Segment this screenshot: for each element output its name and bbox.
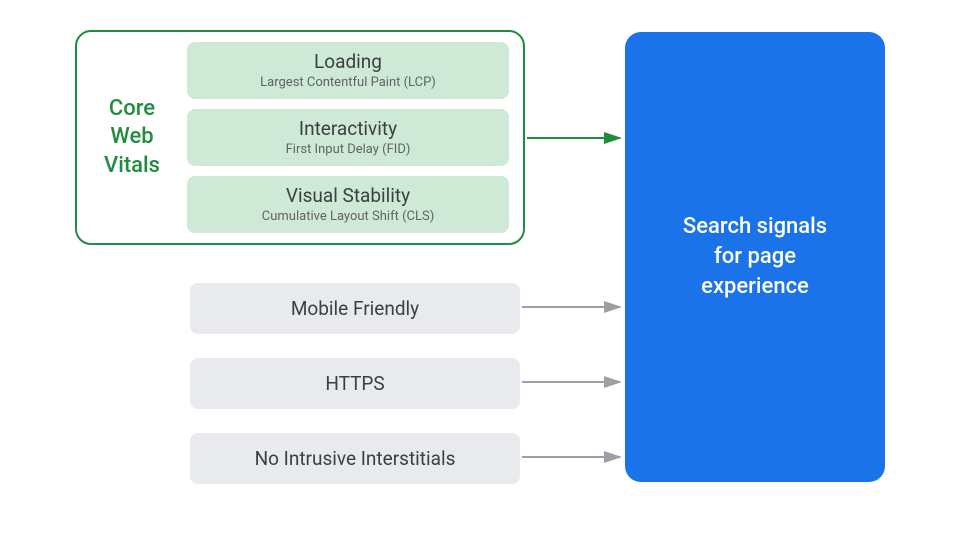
metric-subtitle: Largest Contentful Paint (LCP) [187, 75, 509, 90]
metric-visual-stability: Visual Stability Cumulative Layout Shift… [187, 176, 509, 233]
signal-mobile-friendly: Mobile Friendly [190, 283, 520, 334]
target-text: Search signals for page experience [683, 212, 827, 301]
metric-interactivity: Interactivity First Input Delay (FID) [187, 109, 509, 166]
metric-title: Interactivity [187, 117, 509, 140]
target-line: for page [683, 242, 827, 272]
metric-title: Visual Stability [187, 184, 509, 207]
cwv-label-line: Vitals [77, 152, 187, 181]
target-line: Search signals [683, 212, 827, 242]
target-line: experience [683, 272, 827, 302]
metric-subtitle: First Input Delay (FID) [187, 142, 509, 157]
signal-no-intrusive-interstitials: No Intrusive Interstitials [190, 433, 520, 484]
core-web-vitals-group: Core Web Vitals Loading Largest Contentf… [75, 30, 525, 245]
signal-label: Mobile Friendly [291, 297, 419, 320]
signal-label: No Intrusive Interstitials [255, 447, 456, 470]
metric-loading: Loading Largest Contentful Paint (LCP) [187, 42, 509, 99]
signal-label: HTTPS [325, 372, 384, 395]
core-web-vitals-label: Core Web Vitals [77, 95, 187, 181]
cwv-label-line: Core [77, 95, 187, 124]
search-signals-target: Search signals for page experience [625, 32, 885, 482]
cwv-label-line: Web [77, 123, 187, 152]
signal-https: HTTPS [190, 358, 520, 409]
metric-title: Loading [187, 50, 509, 73]
metric-subtitle: Cumulative Layout Shift (CLS) [187, 209, 509, 224]
cwv-metrics-stack: Loading Largest Contentful Paint (LCP) I… [187, 30, 523, 245]
